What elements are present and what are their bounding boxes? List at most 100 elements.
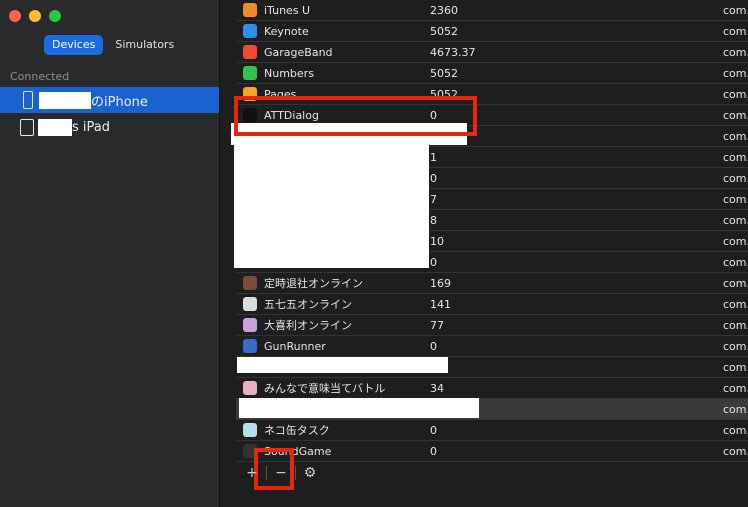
redacted-row [237,357,448,373]
app-identifier-cell: com.s [723,150,748,164]
app-identifier-cell: com.s [723,171,748,185]
app-identifier-cell: com.s [723,255,748,269]
app-identifier-cell: com.s [723,234,748,248]
gear-icon[interactable]: ⚙ [300,465,320,481]
app-version-cell: 169 [430,276,451,290]
sidebar: Devices Simulators Connected のiPhone s i… [0,0,220,507]
app-name-cell: ネコ缶タスク [243,422,330,438]
app-name-cell: みんなで意味当てバトル [243,380,385,396]
table-row[interactable]: ネコ缶タスク 0 com.s [236,420,748,441]
tab-devices[interactable]: Devices [44,35,104,55]
redacted-rows [234,145,429,268]
redacted-name [39,91,91,109]
app-version-cell: 0 [430,444,437,458]
table-row[interactable]: みんなで意味当てバトル 34 com.s [236,378,748,399]
app-version-cell: 7 [430,192,437,206]
app-name: GunRunner [264,339,326,353]
table-row[interactable]: 定時退社オンライン 169 com.s [236,273,748,294]
gunrunner-icon [243,339,257,353]
app-name-cell: Keynote [243,24,309,38]
app-name-cell: iTunes U [243,3,310,17]
toolbar-divider [295,466,296,480]
app-identifier-cell: com.s [723,297,748,311]
app-identifier-cell: com.a [723,3,748,17]
app-name-cell: 定時退社オンライン [243,275,363,291]
table-row[interactable]: Keynote 5052 com.a [236,21,748,42]
app-name: 大喜利オンライン [264,319,352,332]
table-row[interactable]: SoundGame0com.s [236,441,748,462]
app-identifier-cell: com.s [723,213,748,227]
close-window-button[interactable] [9,10,21,22]
table-row[interactable]: 大喜利オンライン 77 com.s [236,315,748,336]
minna-icon [243,381,257,395]
app-version-cell: 0 [430,255,437,269]
sidebar-device-ipad[interactable]: s iPad [0,114,219,140]
redacted-row [239,398,479,418]
app-version-cell: 2360 [430,3,458,17]
device-label: s iPad [72,119,110,135]
table-row[interactable]: GarageBand 4673.37 com.a [236,42,748,63]
app-version-cell: 0 [430,423,437,437]
app-name-cell: 大喜利オンライン [243,317,352,333]
remove-app-button[interactable]: − [271,465,291,481]
teiji-icon [243,276,257,290]
app-version-cell: 0 [430,339,437,353]
gosichigo-icon [243,297,257,311]
minimize-window-button[interactable] [29,10,41,22]
app-version-cell: 34 [430,381,444,395]
app-version-cell: 10 [430,234,444,248]
toolbar-divider [266,466,267,480]
app-version-cell: 1 [430,150,437,164]
app-identifier-cell: com.s [723,276,748,290]
keynote-icon [243,24,257,38]
app-name: ネコ缶タスク [264,424,330,437]
window-controls [9,10,61,22]
section-title-connected: Connected [10,70,70,83]
app-identifier-cell: com.a [723,45,748,59]
app-identifier-cell: com.s [723,192,748,206]
app-identifier-cell: com.s [723,444,748,458]
sidebar-device-iphone[interactable]: のiPhone [0,87,219,113]
table-row[interactable]: iTunes U 2360 com.a [236,0,748,21]
app-identifier-cell: com.f [723,129,748,143]
ipad-icon [20,118,34,136]
table-row[interactable]: 五七五オンライン 141 com.s [236,294,748,315]
maximize-window-button[interactable] [49,10,61,22]
tab-simulators[interactable]: Simulators [107,35,182,55]
app-identifier-cell: com.s [723,381,748,395]
installed-apps-panel: iTunes U2360com.aKeynote5052com.aGarageB… [220,0,748,507]
garageband-icon [243,45,257,59]
app-identifier-cell: com.l [723,108,748,122]
app-version-cell: 8 [430,213,437,227]
app-version-cell: 4673.37 [430,45,476,59]
app-version-cell: 77 [430,318,444,332]
app-identifier-cell: com.s [723,339,748,353]
app-name-cell: GarageBand [243,45,333,59]
app-identifier-cell: com.s [723,360,748,374]
app-name: 定時退社オンライン [264,277,363,290]
app-name-cell: 五七五オンライン [243,296,352,312]
highlight-attdialog [234,96,477,136]
add-app-button[interactable]: + [242,465,262,481]
iphone-icon [23,91,33,109]
app-name-cell: Numbers [243,66,314,80]
device-type-tabs: Devices Simulators [44,35,182,55]
app-identifier-cell: com.s [723,423,748,437]
app-version-cell: 141 [430,297,451,311]
redacted-name [38,118,72,136]
device-label: のiPhone [91,94,148,110]
app-identifier-cell: com.a [723,24,748,38]
numbers-icon [243,66,257,80]
app-name: GarageBand [264,45,333,59]
app-name: Numbers [264,66,314,80]
nekokan-icon [243,423,257,437]
app-identifier-cell: com.a [723,66,748,80]
app-name: iTunes U [264,3,311,17]
app-name-cell: GunRunner [243,339,326,353]
table-row[interactable]: Numbers 5052 com.a [236,63,748,84]
table-row[interactable]: GunRunner 0 com.s [236,336,748,357]
itunes-u-icon [243,3,257,17]
app-version-cell: 0 [430,171,437,185]
app-identifier-cell: com.a [723,87,748,101]
app-version-cell: 5052 [430,24,458,38]
